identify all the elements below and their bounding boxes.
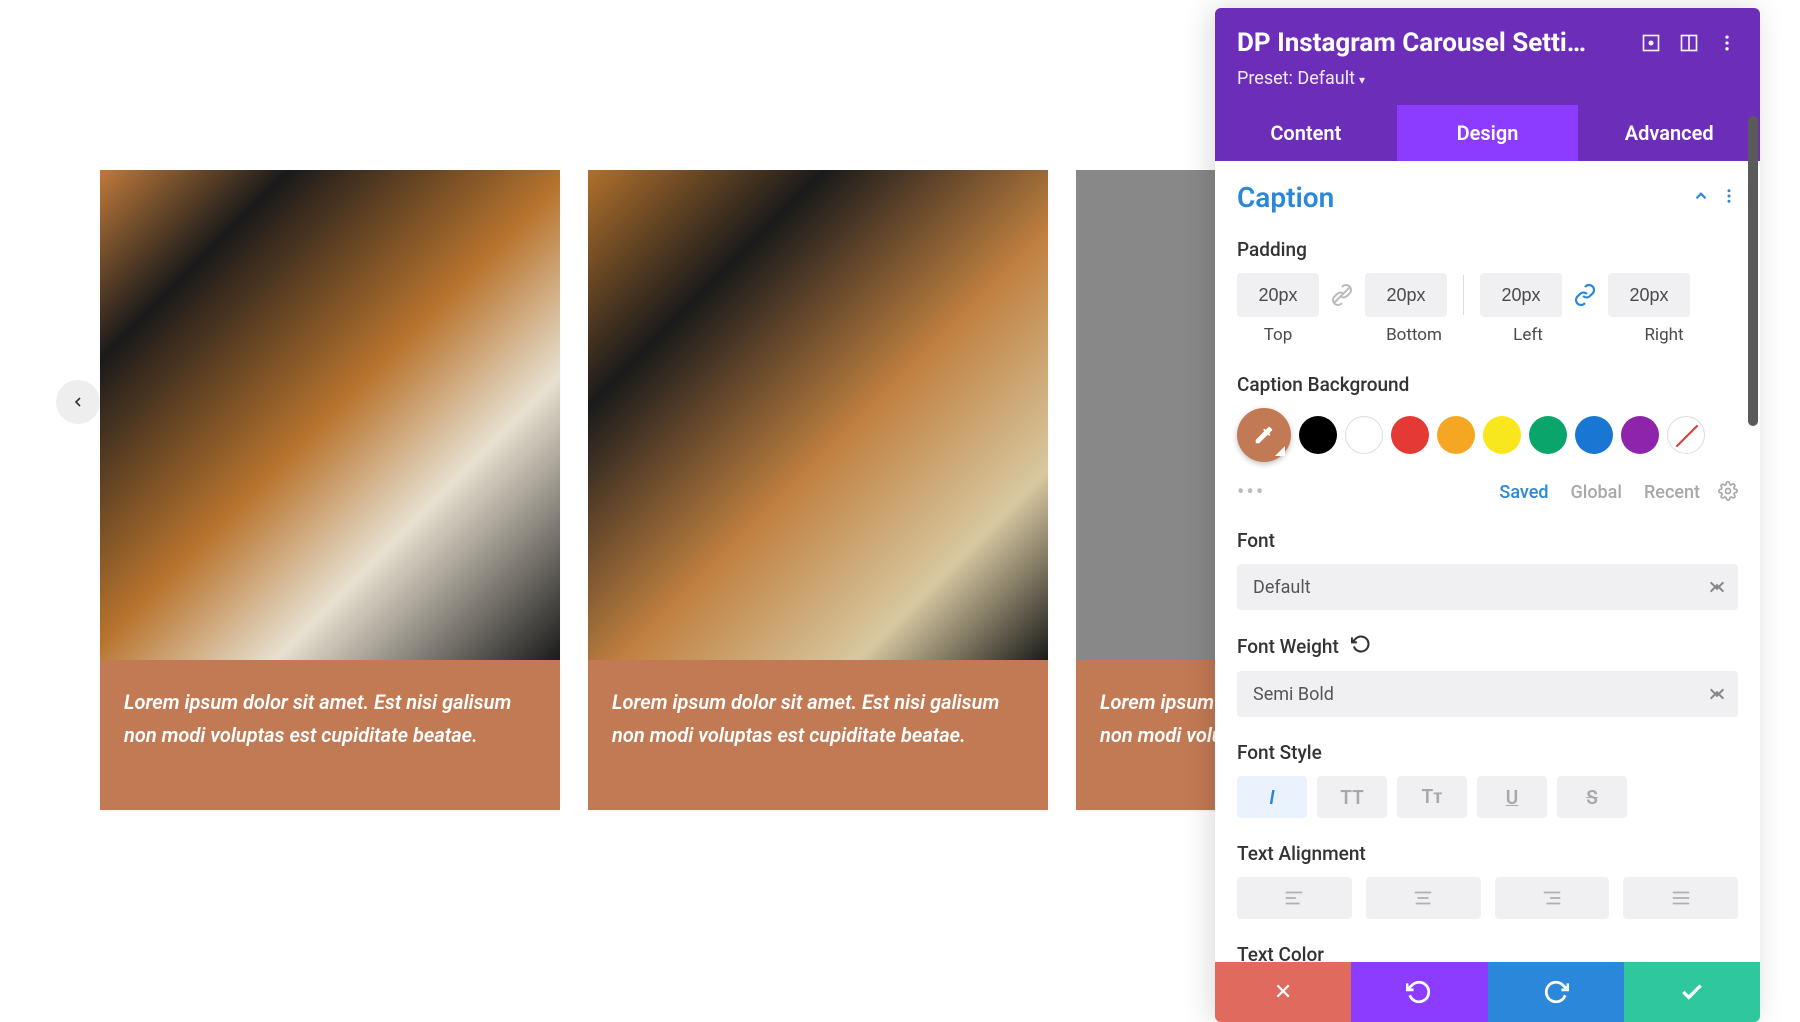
panel-header: DP Instagram Carousel Setti… Preset: Def… <box>1215 8 1760 105</box>
preset-selector[interactable]: Preset: Default▾ <box>1237 68 1738 89</box>
color-swatch[interactable] <box>1437 416 1475 454</box>
font-weight-label: Font Weight <box>1237 634 1738 659</box>
color-tab-recent[interactable]: Recent <box>1644 482 1700 503</box>
section-options-icon[interactable] <box>1720 187 1738 209</box>
color-tab-saved[interactable]: Saved <box>1499 482 1548 503</box>
padding-left-input[interactable] <box>1480 273 1562 317</box>
carousel-image <box>588 170 1048 660</box>
color-swatch[interactable] <box>1299 416 1337 454</box>
align-justify-button[interactable] <box>1623 877 1738 919</box>
align-left-button[interactable] <box>1237 877 1352 919</box>
panel-body: Caption Padding <box>1215 161 1760 962</box>
font-label: Font <box>1237 529 1738 552</box>
layout-columns-icon[interactable] <box>1678 32 1700 54</box>
font-style-underline[interactable]: U <box>1477 776 1547 818</box>
color-tab-global[interactable]: Global <box>1571 482 1622 503</box>
link-padding-tb-icon[interactable] <box>1329 282 1355 308</box>
collapse-section-icon[interactable] <box>1692 187 1710 209</box>
scroll-indicator[interactable] <box>1748 116 1758 426</box>
section-title[interactable]: Caption <box>1237 181 1334 214</box>
color-swatch-none[interactable] <box>1667 416 1705 454</box>
carousel-card: Lorem ipsum dolor sit amet. Est nisi gal… <box>588 170 1048 810</box>
color-swatch[interactable] <box>1621 416 1659 454</box>
align-center-button[interactable] <box>1366 877 1481 919</box>
padding-left-label: Left <box>1487 325 1569 345</box>
font-style-strikethrough[interactable]: S <box>1557 776 1627 818</box>
reset-font-weight-icon[interactable] <box>1351 634 1371 659</box>
carousel-caption: Lorem ipsum dolor sit amet. Est nisi gal… <box>588 660 1048 810</box>
wireframe-toggle-icon[interactable] <box>1640 32 1662 54</box>
color-swatch[interactable] <box>1391 416 1429 454</box>
cancel-button[interactable]: ✕ <box>1215 962 1351 1022</box>
tab-design[interactable]: Design <box>1397 105 1579 161</box>
more-options-icon[interactable] <box>1716 32 1738 54</box>
undo-button[interactable] <box>1351 962 1487 1022</box>
color-swatch[interactable] <box>1575 416 1613 454</box>
font-style-italic[interactable]: I <box>1237 776 1307 818</box>
panel-footer: ✕ <box>1215 962 1760 1022</box>
color-settings-icon[interactable] <box>1718 481 1738 505</box>
padding-top-input[interactable] <box>1237 273 1319 317</box>
link-padding-lr-icon[interactable] <box>1572 282 1598 308</box>
redo-button[interactable] <box>1488 962 1624 1022</box>
padding-bottom-input[interactable] <box>1365 273 1447 317</box>
padding-right-input[interactable] <box>1608 273 1690 317</box>
color-swatch[interactable] <box>1529 416 1567 454</box>
settings-panel: DP Instagram Carousel Setti… Preset: Def… <box>1215 8 1760 1022</box>
carousel-card: Lorem ipsum dolor sit amet. Est nisi gal… <box>100 170 560 810</box>
color-swatch[interactable] <box>1483 416 1521 454</box>
caption-bg-label: Caption Background <box>1237 373 1738 396</box>
align-right-button[interactable] <box>1495 877 1610 919</box>
font-style-label: Font Style <box>1237 741 1738 764</box>
font-style-smallcaps[interactable]: Tᴛ <box>1397 776 1467 818</box>
carousel-prev-button[interactable] <box>56 380 100 424</box>
tab-content[interactable]: Content <box>1215 105 1397 161</box>
text-alignment-label: Text Alignment <box>1237 842 1738 865</box>
padding-label: Padding <box>1237 238 1738 261</box>
text-color-label: Text Color <box>1237 943 1738 962</box>
padding-bottom-label: Bottom <box>1373 325 1455 345</box>
color-swatch[interactable] <box>1345 416 1383 454</box>
panel-tabs: Content Design Advanced <box>1215 105 1760 161</box>
carousel-image <box>100 170 560 660</box>
tab-advanced[interactable]: Advanced <box>1578 105 1760 161</box>
font-weight-select[interactable]: Semi Bold <box>1237 671 1738 717</box>
panel-title: DP Instagram Carousel Setti… <box>1237 28 1624 58</box>
padding-top-label: Top <box>1237 325 1319 345</box>
padding-right-label: Right <box>1623 325 1705 345</box>
font-select[interactable]: Default <box>1237 564 1738 610</box>
save-button[interactable] <box>1624 962 1760 1022</box>
color-picker-button[interactable] <box>1237 408 1291 462</box>
carousel-caption: Lorem ipsum dolor sit amet. Est nisi gal… <box>100 660 560 810</box>
font-style-uppercase[interactable]: TT <box>1317 776 1387 818</box>
more-colors-icon[interactable]: ••• <box>1237 480 1265 505</box>
